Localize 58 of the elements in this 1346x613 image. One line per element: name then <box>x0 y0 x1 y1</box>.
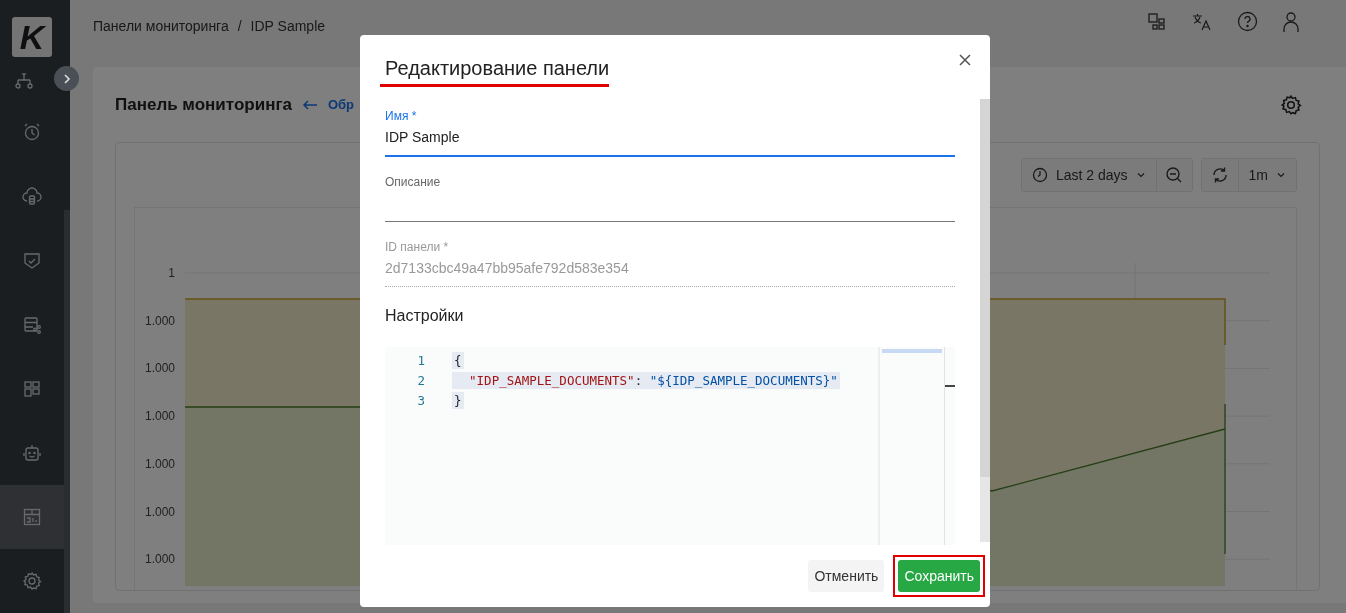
y-axis-label: 1.000 <box>144 552 175 567</box>
expand-chevron-icon[interactable] <box>54 66 79 91</box>
code-editor[interactable]: 1 { 2 "IDP_SAMPLE_DOCUMENTS": "${IDP_SAMPLE_DOCUMENTS}" 3 } <box>385 347 955 546</box>
dialog-scrollbar[interactable] <box>980 99 990 543</box>
settings-icon <box>22 571 42 591</box>
save-button[interactable]: Сохранить <box>898 560 980 593</box>
shield-icon <box>22 250 42 271</box>
sidebar-scrollbar[interactable] <box>64 210 70 613</box>
alarm-icon <box>22 122 42 143</box>
zoom-out-icon <box>1165 166 1184 184</box>
grid-icon <box>22 378 42 399</box>
time-range-dropdown[interactable]: Last 2 days <box>1021 159 1156 191</box>
field-value: 2d7133cbc49a47bb95afe792d583e354 <box>385 260 630 278</box>
translate-icon[interactable] <box>1191 11 1213 32</box>
breadcrumb-separator: / <box>237 17 242 34</box>
cancel-button[interactable]: Отменить <box>808 560 885 593</box>
page-title: Панель мониторинга <box>115 94 292 115</box>
text-field[interactable]: Описание <box>385 175 955 223</box>
back-arrow-icon[interactable] <box>301 98 318 111</box>
dashboard-icon <box>22 506 42 527</box>
server-icon <box>22 314 42 335</box>
code-minimap[interactable] <box>878 347 945 546</box>
text-field[interactable]: Имя * IDP Sample <box>385 109 955 158</box>
y-axis-label: 1 <box>168 266 175 280</box>
network-icon <box>14 70 34 91</box>
cloud-icon <box>22 186 42 207</box>
refresh-button[interactable] <box>1201 159 1238 191</box>
refresh-interval-dropdown[interactable]: 1m <box>1237 159 1296 191</box>
field-label: ID панели * <box>385 240 450 255</box>
user-icon[interactable] <box>1282 10 1300 33</box>
dialog-title: Редактирование панели <box>380 57 610 87</box>
y-axis-label: 1.000 <box>144 313 175 328</box>
line-number: 1 <box>416 353 425 368</box>
caret-icon <box>1135 171 1146 179</box>
zoom-out-button[interactable] <box>1155 159 1192 191</box>
caret-icon <box>1276 171 1286 179</box>
robot-icon <box>22 442 42 463</box>
help-icon[interactable] <box>1237 11 1258 32</box>
app-logo[interactable]: K <box>12 17 52 57</box>
breadcrumb-item[interactable]: Панели мониторинга <box>93 17 229 34</box>
line-number: 2 <box>416 373 425 388</box>
y-axis-label: 1.000 <box>144 409 175 424</box>
sidebar-item[interactable] <box>0 484 64 549</box>
refresh-icon <box>1210 166 1229 184</box>
back-link[interactable]: Обр <box>327 97 355 112</box>
field-label: Описание <box>385 175 442 190</box>
clock-icon <box>1031 167 1048 183</box>
settings-heading: Настройки <box>385 307 465 326</box>
breadcrumb-item: IDP Sample <box>250 17 326 34</box>
y-axis-label: 1.000 <box>144 456 175 471</box>
field-label: Имя * <box>385 109 418 124</box>
y-axis-label: 1.000 <box>144 361 175 376</box>
line-number: 3 <box>416 393 425 408</box>
y-axis-label: 1.000 <box>144 504 175 519</box>
close-icon[interactable] <box>958 53 972 67</box>
settings-icon[interactable] <box>1280 93 1302 116</box>
field-value: IDP Sample <box>385 129 461 147</box>
apps-icon[interactable] <box>1147 11 1167 32</box>
